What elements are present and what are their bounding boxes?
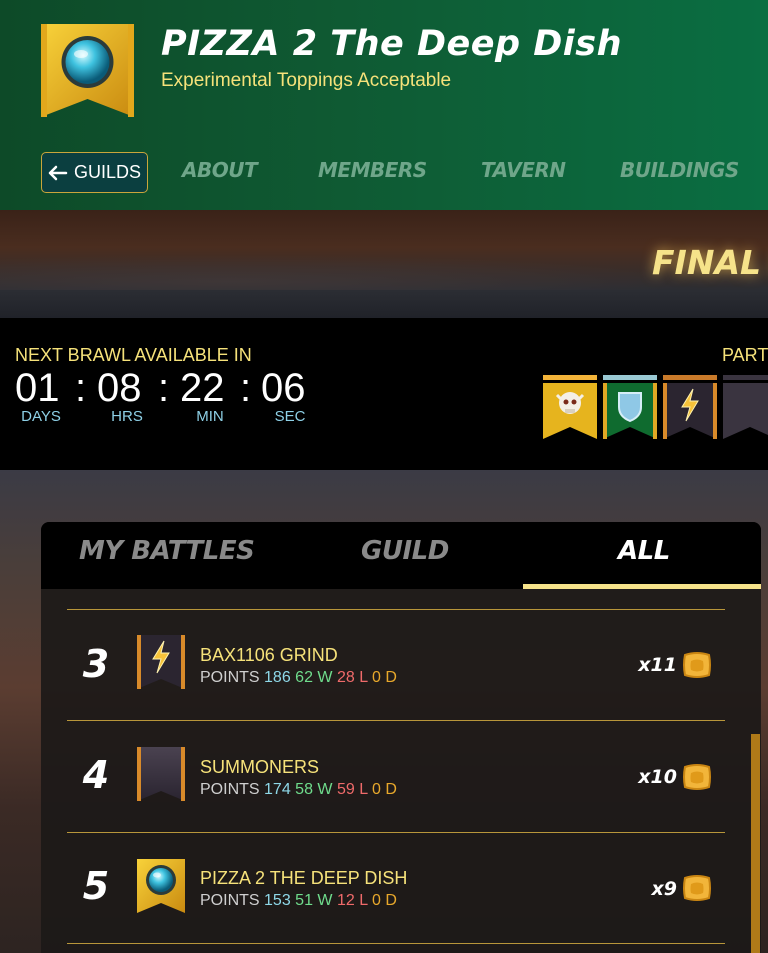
tab-buildings[interactable]: BUILDINGS — [620, 158, 739, 182]
reward-multiplier: x9 — [651, 878, 677, 900]
guild-banner — [134, 859, 188, 913]
reward-multiplier: x11 — [638, 654, 677, 676]
lightning-icon — [137, 635, 185, 689]
draws-value: 0 D — [371, 781, 397, 798]
merit-coin-icon — [682, 762, 712, 792]
rank-number: 4 — [82, 753, 110, 797]
tab-about[interactable]: ABOUT — [182, 158, 258, 182]
arrow-left-icon — [48, 165, 68, 180]
merit-coin-icon — [682, 650, 712, 680]
guild-name: PIZZA 2 THE DEEP DISH — [200, 868, 408, 888]
shield-icon — [603, 375, 657, 439]
timer-hours-unit: HRS — [111, 408, 143, 425]
points-label: POINTS — [200, 669, 260, 686]
timer-seconds: 06 — [261, 366, 306, 410]
tab-my-battles[interactable]: MY BATTLES — [79, 536, 255, 566]
participant-guild-banner[interactable] — [603, 375, 657, 439]
guild-banner — [134, 747, 188, 801]
guild-header: PIZZA 2 The Deep Dish Experimental Toppi… — [0, 0, 768, 210]
guild-title: PIZZA 2 The Deep Dish — [161, 24, 623, 64]
scrollbar-thumb[interactable] — [751, 734, 760, 953]
draws-value: 0 D — [371, 892, 397, 909]
points-value: 174 — [264, 781, 291, 798]
wins-value: 62 W — [295, 669, 333, 686]
timer-days-unit: DAYS — [21, 408, 61, 425]
timer-seconds-unit: SEC — [274, 408, 306, 425]
reward-multiplier: x10 — [638, 766, 677, 788]
back-to-guilds-button[interactable]: GUILDS — [41, 152, 148, 193]
guild-subtitle: Experimental Toppings Acceptable — [161, 70, 452, 91]
draws-value: 0 D — [371, 669, 397, 686]
tab-all[interactable]: ALL — [618, 536, 670, 566]
hero-heading: FINAL F — [652, 243, 768, 282]
losses-value: 59 L — [336, 781, 368, 798]
guild-banner — [41, 24, 134, 117]
timer-hours: 08 — [97, 366, 142, 410]
participant-guild-banner[interactable] — [543, 375, 597, 439]
blue-orb-icon — [137, 859, 185, 913]
guild-name: BAX1106 GRIND — [200, 645, 338, 665]
row-divider — [67, 943, 725, 944]
guild-banner — [134, 635, 188, 689]
guild-name: SUMMONERS — [200, 757, 320, 777]
row-divider — [67, 720, 725, 721]
active-tab-indicator — [523, 584, 761, 589]
participants-label: PART — [722, 345, 768, 365]
blank-banner-icon — [723, 375, 768, 439]
blank-banner-icon — [137, 747, 185, 801]
merit-coin-icon — [682, 873, 712, 903]
battles-panel: MY BATTLES GUILD ALL 3 BAX1106 GRIND POI… — [41, 522, 761, 953]
losses-value: 12 L — [336, 892, 368, 909]
participant-guild-banner[interactable] — [663, 375, 717, 439]
points-label: POINTS — [200, 892, 260, 909]
skull-icon — [543, 375, 597, 439]
blue-orb-icon — [41, 24, 134, 117]
tab-tavern[interactable]: TAVERN — [481, 158, 566, 182]
timer-separator: : — [158, 366, 170, 410]
row-divider — [67, 832, 725, 833]
wins-value: 58 W — [295, 781, 333, 798]
points-value: 186 — [264, 669, 291, 686]
next-brawl-label: NEXT BRAWL AVAILABLE IN — [15, 345, 252, 365]
tab-members[interactable]: MEMBERS — [318, 158, 427, 182]
battles-tab-bar: MY BATTLES GUILD ALL — [41, 522, 761, 589]
participant-guild-banner[interactable] — [723, 375, 768, 439]
back-button-label: GUILDS — [73, 162, 142, 182]
wins-value: 51 W — [295, 892, 333, 909]
lightning-icon — [663, 375, 717, 439]
row-divider — [67, 609, 725, 610]
points-value: 153 — [264, 892, 291, 909]
timer-days: 01 — [15, 366, 60, 410]
rank-number: 3 — [82, 642, 110, 686]
losses-value: 28 L — [336, 669, 368, 686]
guild-stats: POINTS 174 58 W 59 L 0 D — [200, 781, 397, 799]
timer-minutes-unit: MIN — [196, 408, 224, 425]
timer-separator: : — [240, 366, 252, 410]
timer-minutes: 22 — [180, 366, 225, 410]
guild-stats: POINTS 153 51 W 12 L 0 D — [200, 892, 397, 910]
timer-separator: : — [75, 366, 87, 410]
guild-stats: POINTS 186 62 W 28 L 0 D — [200, 669, 397, 687]
tab-guild[interactable]: GUILD — [361, 536, 449, 566]
points-label: POINTS — [200, 781, 260, 798]
rank-number: 5 — [82, 864, 110, 908]
